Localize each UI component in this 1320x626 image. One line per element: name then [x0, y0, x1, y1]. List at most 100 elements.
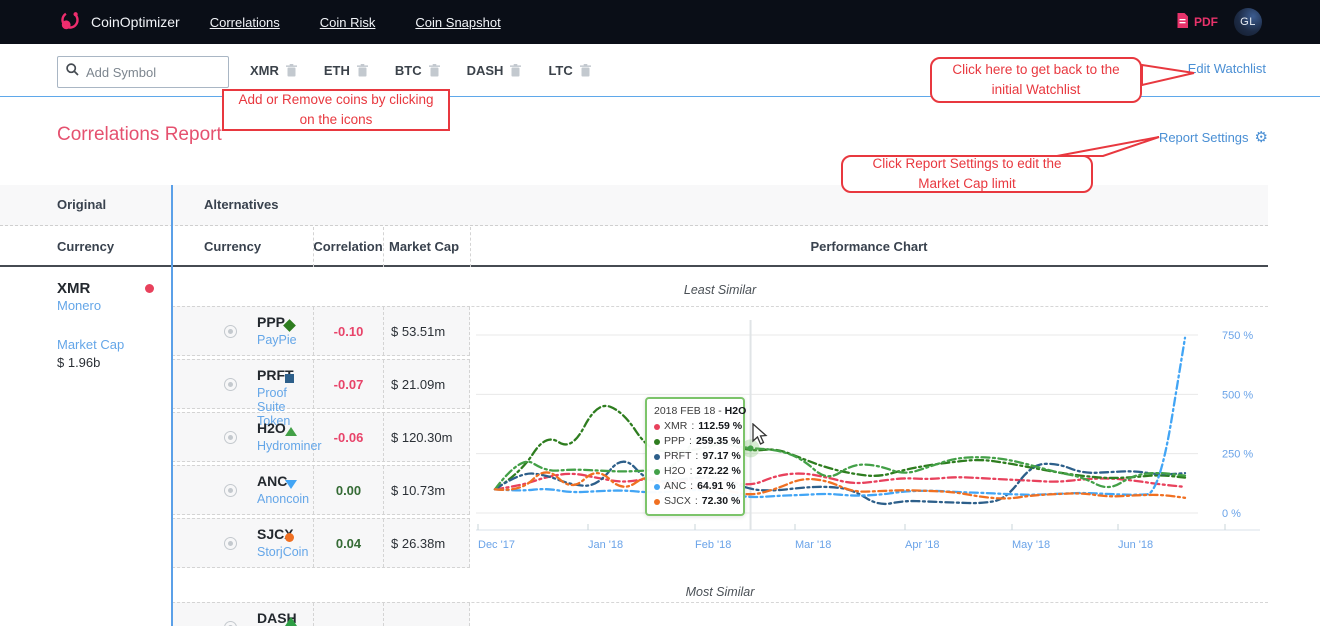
report-settings-label: Report Settings	[1159, 130, 1249, 145]
report-settings-link[interactable]: Report Settings ⚙	[1159, 130, 1268, 145]
svg-text:Mar '18: Mar '18	[795, 539, 831, 551]
tooltip-series-value: 259.35 %	[696, 434, 740, 449]
remove-coin-icon[interactable]	[224, 325, 237, 338]
search-input[interactable]	[86, 65, 206, 80]
correlation-value: 0.00	[313, 466, 383, 514]
remove-coin-icon[interactable]	[224, 484, 237, 497]
currency-cell: PPP PayPie	[172, 307, 313, 355]
original-column-divider	[171, 185, 173, 626]
coin-name-link[interactable]: Anoncoin	[257, 492, 309, 506]
coin-name-link[interactable]: StorjCoin	[257, 545, 308, 559]
correlation-value: 0.04	[313, 519, 383, 567]
tooltip-series-value: 272.22 %	[697, 464, 741, 479]
table-row-h2o: H2O Hydrominer -0.06 $ 120.30m	[172, 412, 470, 462]
correlation-value: -0.07	[313, 360, 383, 408]
series-dot	[654, 469, 660, 475]
correlation-value: -0.06	[313, 413, 383, 461]
trash-icon[interactable]	[286, 64, 297, 77]
annotation-pointer	[1045, 128, 1170, 160]
svg-text:500 %: 500 %	[1222, 389, 1253, 401]
table-row-anc: ANC Anoncoin 0.00 $ 10.73m	[172, 465, 470, 515]
avatar[interactable]: GL	[1234, 8, 1262, 36]
mouse-cursor	[752, 423, 770, 447]
currency-cell: PRFT Proof Suite Token	[172, 360, 313, 408]
currency-cell: DASH	[172, 603, 313, 626]
annotation-text: Click here to get back to the	[932, 60, 1140, 80]
series-marker	[285, 533, 294, 542]
tooltip-series-name: SJCX	[664, 494, 691, 509]
add-symbol-search[interactable]	[57, 56, 229, 88]
remove-coin-dot	[228, 329, 233, 334]
tooltip-series-name: ANC	[664, 479, 686, 494]
series-dot	[654, 424, 660, 430]
svg-text:Jun '18: Jun '18	[1118, 539, 1153, 551]
coin-name-link[interactable]: PayPie	[257, 333, 297, 347]
page-title: Correlations Report	[57, 124, 222, 146]
nav-link-coin-snapshot[interactable]: Coin Snapshot	[415, 15, 500, 30]
currency-cell: ANC Anoncoin	[172, 466, 313, 514]
nav-link-correlations[interactable]: Correlations	[210, 15, 280, 30]
svg-text:Apr '18: Apr '18	[905, 539, 940, 551]
remove-coin-icon[interactable]	[224, 537, 237, 550]
remove-coin-dot	[228, 541, 233, 546]
series-marker	[285, 427, 297, 436]
most-similar-label: Most Similar	[172, 585, 1268, 599]
page: CoinOptimizer Correlations Coin Risk Coi…	[0, 0, 1320, 626]
top-navbar: CoinOptimizer Correlations Coin Risk Coi…	[0, 0, 1320, 44]
currency-cell: H2O Hydrominer	[172, 413, 313, 461]
original-coin-name-link[interactable]: Monero	[57, 298, 167, 313]
remove-coin-icon[interactable]	[224, 431, 237, 444]
column-divider	[313, 227, 314, 267]
chip-symbol: DASH	[467, 63, 504, 78]
col-performance-chart: Performance Chart	[470, 239, 1268, 254]
trash-icon[interactable]	[357, 64, 368, 77]
chip-symbol: ETH	[324, 63, 350, 78]
coin-name-link[interactable]: Hydrominer	[257, 439, 322, 453]
coin-symbol: H2O	[257, 420, 286, 436]
nav-link-coin-risk[interactable]: Coin Risk	[320, 15, 376, 30]
trash-icon[interactable]	[580, 64, 591, 77]
chip-symbol: XMR	[250, 63, 279, 78]
performance-chart-svg[interactable]: 0 %250 %500 %750 %Dec '17Jan '18Feb '18M…	[470, 312, 1270, 560]
tooltip-series-value: 97.17 %	[702, 449, 741, 464]
tooltip-entry: ANC : 64.91 %	[654, 479, 736, 494]
tooltip-coin: H2O	[725, 405, 747, 417]
pdf-button[interactable]: PDF	[1176, 13, 1218, 31]
market-cap-value: $ 53.51m	[383, 307, 470, 355]
series-marker	[285, 374, 294, 383]
correlation-value	[313, 603, 383, 626]
series-dot	[654, 454, 660, 460]
tooltip-entry: XMR : 112.59 %	[654, 419, 736, 434]
watchlist-chip: XMR	[250, 63, 297, 78]
tooltip-colon: :	[690, 464, 693, 479]
tooltip-series-name: PRFT	[664, 449, 691, 464]
tooltip-series-value: 112.59 %	[698, 419, 742, 434]
annotation-text: Add or Remove coins by clicking	[224, 90, 448, 110]
correlation-value: -0.10	[313, 307, 383, 355]
annotation-report-settings-note: Click Report Settings to edit the Market…	[841, 155, 1093, 193]
header-original: Original	[57, 197, 106, 212]
gear-icon: ⚙	[1255, 130, 1268, 145]
least-similar-label: Least Similar	[172, 283, 1268, 297]
coinoptimizer-logo-icon	[58, 8, 82, 37]
series-dot-xmr	[145, 284, 154, 293]
trash-icon[interactable]	[510, 64, 521, 77]
series-marker	[283, 319, 296, 332]
col-correlation: Correlation	[313, 239, 383, 254]
series-dot	[654, 484, 660, 490]
remove-coin-icon[interactable]	[224, 378, 237, 391]
tooltip-series-value: 72.30 %	[702, 494, 741, 509]
tooltip-colon: :	[689, 434, 692, 449]
brand[interactable]: CoinOptimizer	[58, 8, 180, 37]
watchlist-chip: DASH	[467, 63, 522, 78]
svg-text:Dec '17: Dec '17	[478, 539, 515, 551]
remove-coin-icon[interactable]	[224, 621, 237, 626]
tooltip-series-value: 64.91 %	[697, 479, 736, 494]
svg-text:750 %: 750 %	[1222, 330, 1253, 342]
annotation-edit-watchlist-note: Click here to get back to the initial Wa…	[930, 57, 1142, 103]
table-row-dash-partial: DASH	[172, 602, 470, 626]
pdf-label: PDF	[1194, 15, 1218, 29]
trash-icon[interactable]	[429, 64, 440, 77]
series-marker	[285, 480, 297, 489]
tooltip-series-name: PPP	[664, 434, 685, 449]
